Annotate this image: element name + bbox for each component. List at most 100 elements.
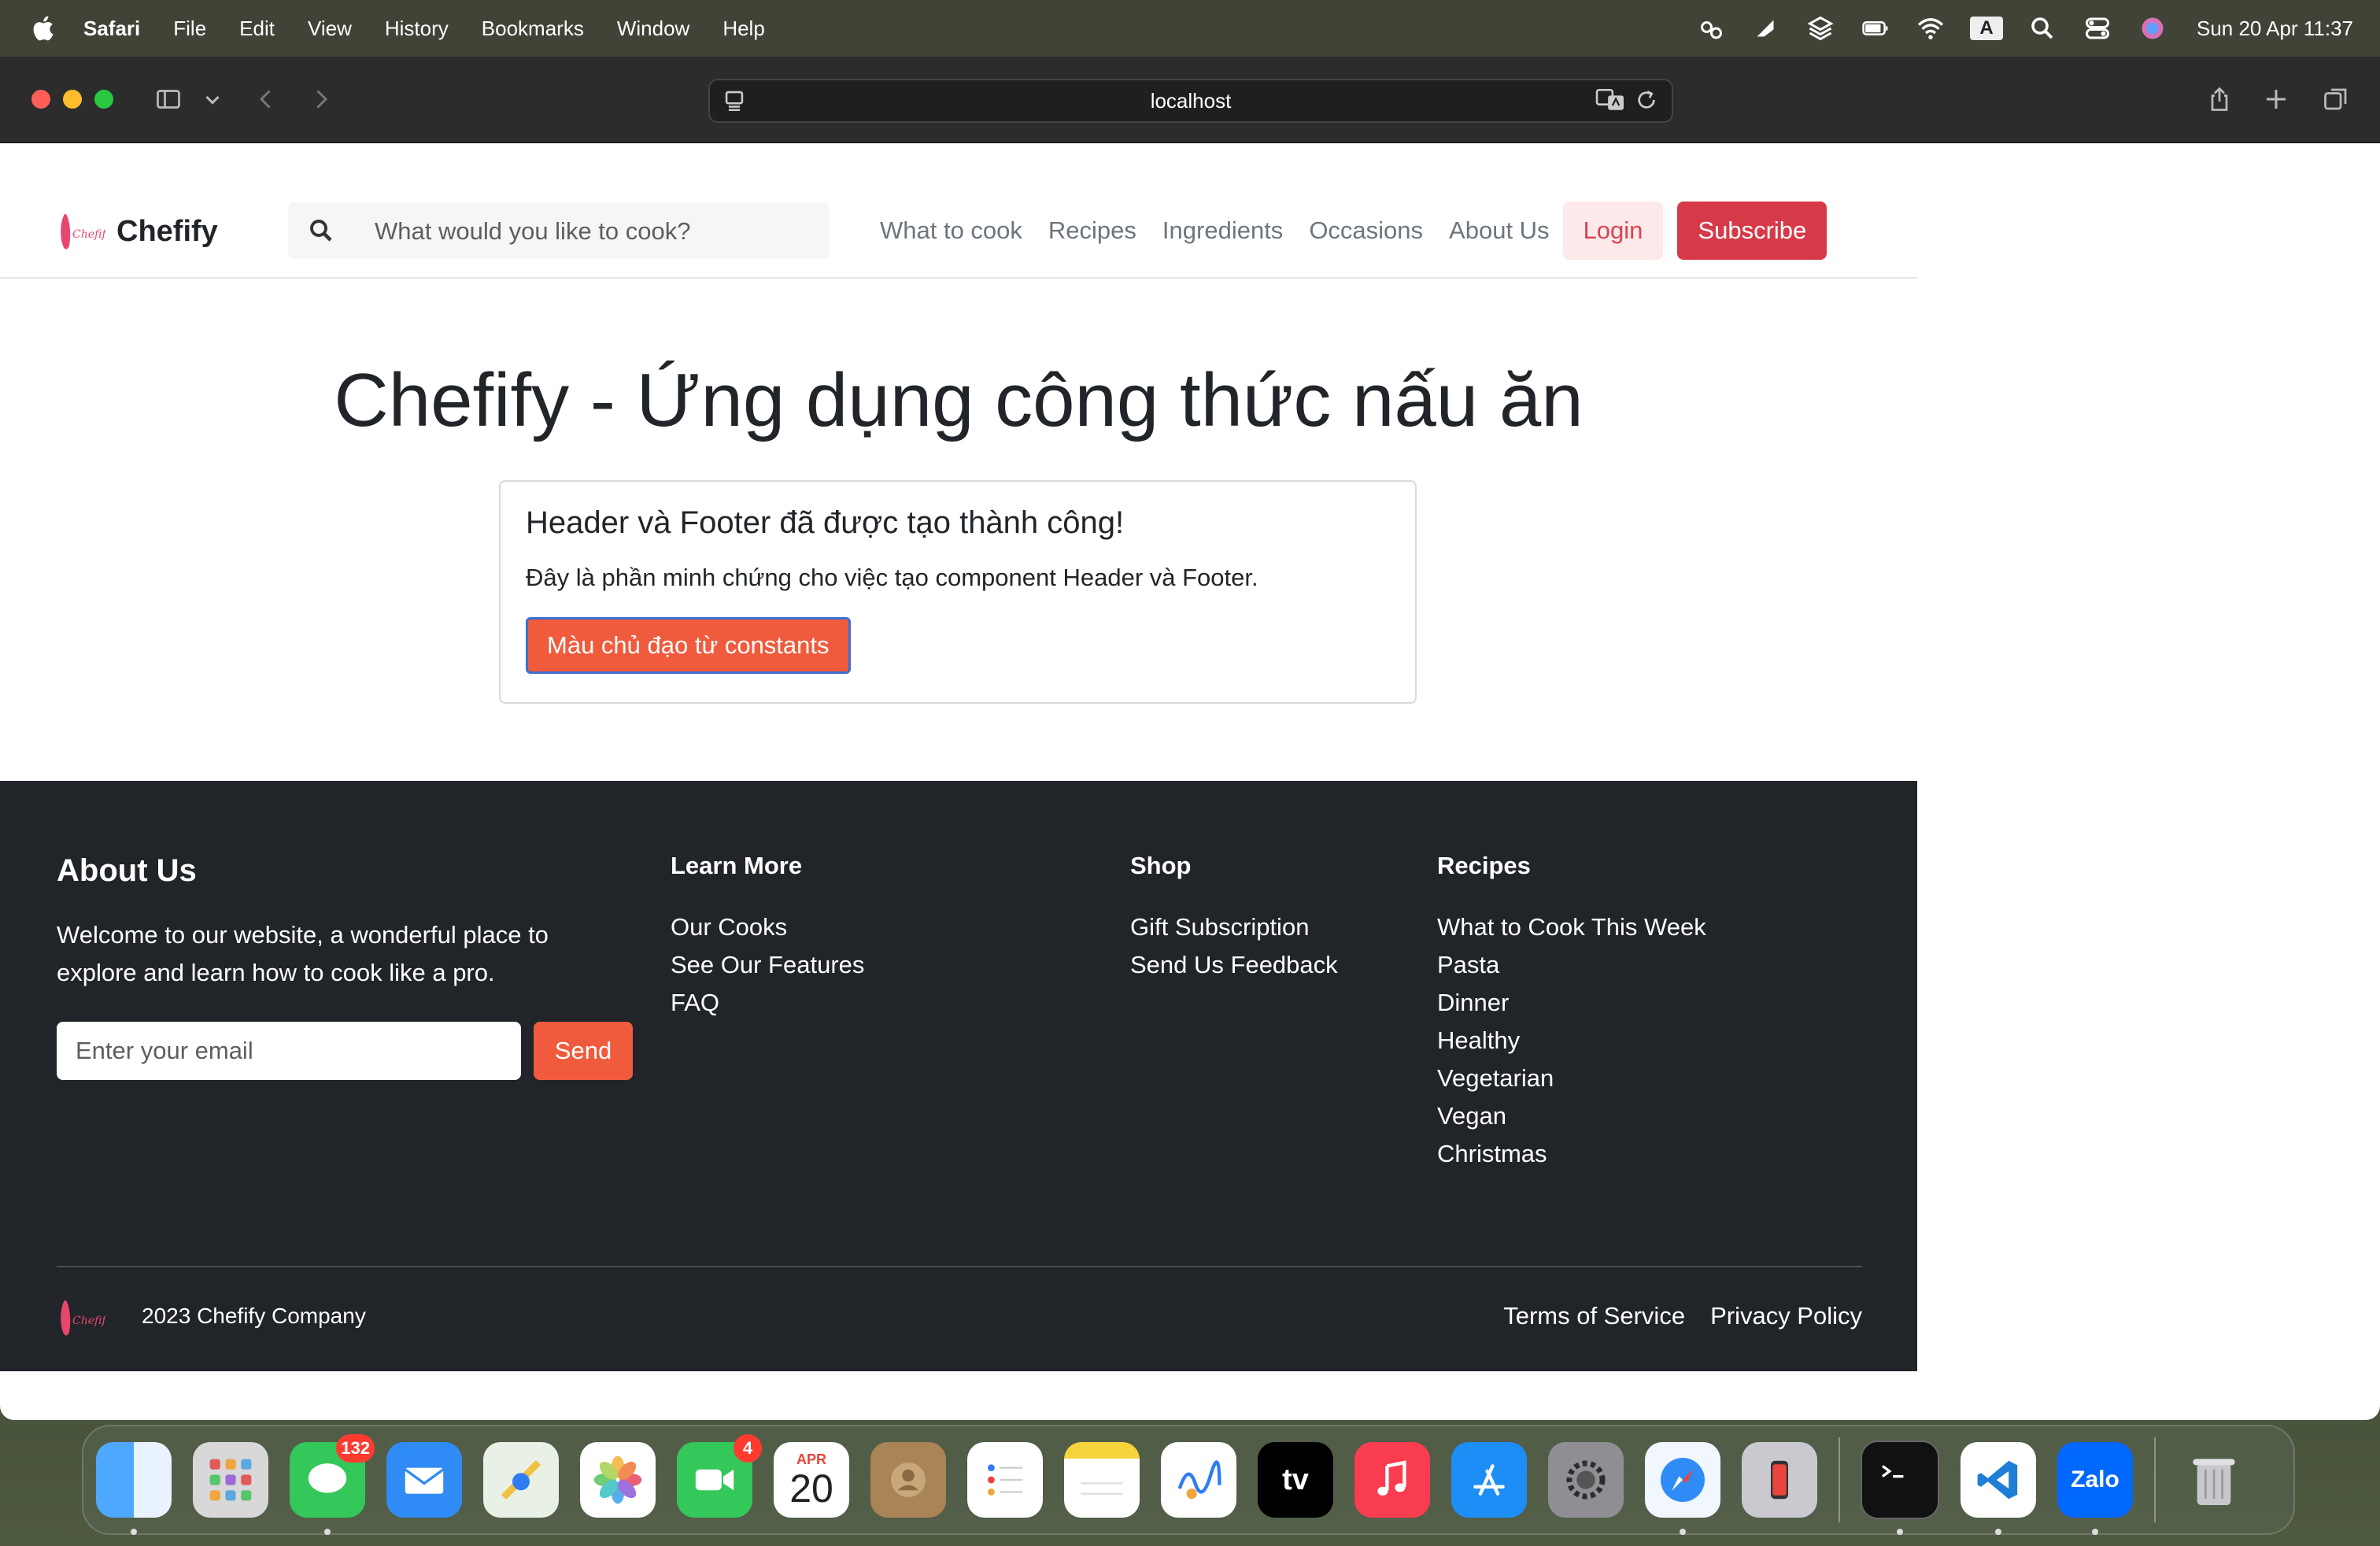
search-box[interactable] [288, 202, 830, 261]
privacy-policy-link[interactable]: Privacy Policy [1710, 1302, 1862, 1330]
dock-facetime-icon[interactable]: 4 [677, 1434, 762, 1518]
calendar-day: 20 [789, 1466, 833, 1511]
nav-ingredients[interactable]: Ingredients [1162, 216, 1283, 245]
dock-reminders-icon[interactable] [967, 1442, 1043, 1518]
brand-logo[interactable]: Chefify Chefify [55, 206, 218, 257]
dock-music-icon[interactable] [1354, 1442, 1430, 1518]
footer-link-send-feedback[interactable]: Send Us Feedback [1130, 946, 1338, 984]
footer-about-text: Welcome to our website, a wonderful plac… [57, 921, 549, 986]
menu-file[interactable]: File [173, 17, 206, 41]
dock-freeform-icon[interactable] [1161, 1442, 1236, 1518]
wifi-icon[interactable] [1915, 13, 1946, 44]
dock-contacts-icon[interactable] [870, 1442, 946, 1518]
footer-legal-links: Terms of Service Privacy Policy [1503, 1302, 1862, 1330]
footer-link-gift-subscription[interactable]: Gift Subscription [1130, 908, 1338, 946]
dock-separator [2154, 1437, 2156, 1522]
menu-bar-clock[interactable]: Sun 20 Apr 11:37 [2197, 17, 2353, 41]
menu-view[interactable]: View [308, 17, 352, 41]
footer-link-faq[interactable]: FAQ [671, 984, 864, 1022]
running-indicator [1897, 1529, 1903, 1535]
menu-edit[interactable]: Edit [239, 17, 275, 41]
siri-icon[interactable] [2137, 13, 2168, 44]
login-button[interactable]: Login [1562, 202, 1664, 260]
grid-icon [209, 1459, 252, 1501]
footer-link-see-our-features[interactable]: See Our Features [671, 946, 864, 984]
battery-icon[interactable] [1860, 13, 1891, 44]
feather-icon[interactable] [1750, 13, 1781, 44]
dock-photos-icon[interactable] [580, 1442, 656, 1518]
menu-app-safari[interactable]: Safari [83, 17, 140, 41]
newsletter-email-input[interactable] [57, 1022, 521, 1080]
dock-system-settings-icon[interactable] [1548, 1442, 1624, 1518]
footer-logo-icon[interactable]: Chefify [55, 1293, 105, 1343]
page-settings-icon[interactable] [721, 87, 748, 113]
dock-apple-tv-icon[interactable]: tv [1258, 1442, 1333, 1518]
dock-iphone-mirroring-icon[interactable] [1742, 1442, 1817, 1518]
dock-maps-icon[interactable] [483, 1442, 559, 1518]
dock-mail-icon[interactable] [386, 1442, 462, 1518]
close-window-button[interactable] [31, 90, 50, 109]
web-page: Chefify Chefify What to cook Recipes Ing… [0, 143, 1917, 1371]
translate-icon[interactable] [1595, 87, 1626, 113]
menu-bookmarks[interactable]: Bookmarks [482, 17, 584, 41]
dock-safari-icon[interactable] [1645, 1442, 1720, 1535]
minimize-window-button[interactable] [63, 90, 82, 109]
forward-icon[interactable] [304, 82, 338, 117]
footer-link-christmas[interactable]: Christmas [1437, 1135, 1706, 1173]
menu-history[interactable]: History [385, 17, 449, 41]
nav-about-us[interactable]: About Us [1449, 216, 1550, 245]
chefify-logo-icon: Chefify [61, 214, 105, 250]
dock-trash-icon[interactable] [2176, 1442, 2252, 1518]
tab-overview-icon[interactable] [2319, 82, 2353, 117]
search-input[interactable] [373, 202, 817, 261]
chevron-down-icon[interactable] [195, 82, 230, 117]
footer-logo-text: Chefify [72, 1315, 105, 1327]
dock-messages-icon[interactable]: 132 [290, 1434, 375, 1535]
terms-of-service-link[interactable]: Terms of Service [1503, 1302, 1685, 1330]
dock: 132 4 APR 20 tv Zalo [82, 1425, 2295, 1535]
primary-color-button[interactable]: Màu chủ đạo từ constants [526, 617, 851, 674]
sidebar-toggle-icon[interactable] [151, 82, 186, 117]
footer-link-dinner[interactable]: Dinner [1437, 984, 1706, 1022]
running-indicator [1995, 1529, 2001, 1535]
share-icon[interactable] [2202, 82, 2237, 117]
dock-vscode-icon[interactable] [1961, 1442, 2036, 1535]
apple-icon[interactable] [28, 13, 60, 44]
dock-launchpad-icon[interactable] [193, 1442, 268, 1518]
weather-icon[interactable] [1694, 13, 1726, 44]
control-center-icon[interactable] [2082, 13, 2113, 44]
nav-occasions[interactable]: Occasions [1309, 216, 1423, 245]
dock-separator [1839, 1437, 1840, 1522]
footer-link-pasta[interactable]: Pasta [1437, 946, 1706, 984]
dock-notes-icon[interactable] [1064, 1442, 1140, 1518]
nav-recipes[interactable]: Recipes [1048, 216, 1136, 245]
footer-link-what-to-cook-this-week[interactable]: What to Cook This Week [1437, 908, 1706, 946]
nav-what-to-cook[interactable]: What to cook [880, 216, 1022, 245]
spotlight-search-icon[interactable] [2027, 13, 2058, 44]
input-source-indicator[interactable]: A [1969, 17, 2003, 40]
layers-icon[interactable] [1805, 13, 1836, 44]
footer-link-our-cooks[interactable]: Our Cooks [671, 908, 864, 946]
dock-zalo-icon[interactable]: Zalo [2057, 1442, 2133, 1535]
dock-terminal-icon[interactable] [1861, 1441, 1939, 1535]
copyright-text: 2023 Chefify Company [142, 1304, 366, 1328]
dock-finder-icon[interactable] [96, 1442, 172, 1535]
reload-icon[interactable] [1634, 87, 1659, 113]
footer-link-healthy[interactable]: Healthy [1437, 1022, 1706, 1060]
checklist-icon [988, 1464, 1022, 1496]
zoom-window-button[interactable] [94, 90, 113, 109]
back-icon[interactable] [249, 82, 283, 117]
dock-calendar-icon[interactable]: APR 20 [774, 1442, 849, 1518]
menu-help[interactable]: Help [722, 17, 764, 41]
subscribe-button[interactable]: Subscribe [1677, 202, 1828, 260]
footer-link-vegetarian[interactable]: Vegetarian [1437, 1060, 1706, 1097]
newsletter-send-button[interactable]: Send [534, 1022, 633, 1080]
address-bar[interactable]: localhost [708, 79, 1673, 123]
zalo-label: Zalo [2071, 1466, 2119, 1492]
card-text: Đây là phần minh chứng cho việc tạo comp… [526, 564, 1258, 591]
vscode-logo-icon [1977, 1460, 2018, 1500]
dock-app-store-icon[interactable] [1451, 1442, 1527, 1518]
menu-window[interactable]: Window [617, 17, 689, 41]
footer-link-vegan[interactable]: Vegan [1437, 1097, 1706, 1135]
new-tab-icon[interactable] [2259, 82, 2293, 117]
